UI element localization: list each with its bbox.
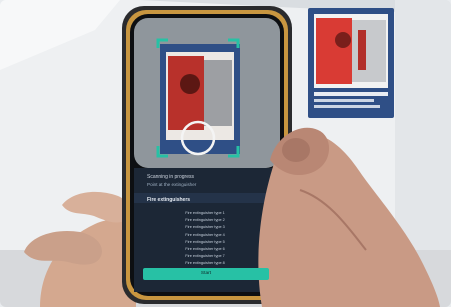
panel-heading: Fire extinguishers [147,197,191,203]
phone-screen-ui: Scanning in progress Point at the exting… [0,0,451,307]
list-item[interactable]: Fire extinguisher type 6 [160,246,250,253]
list-item[interactable]: Fire extinguisher type 8 [160,260,250,267]
extinguisher-list: Fire extinguisher type 1 Fire extinguish… [160,210,250,268]
screen-title: Scanning in progress [147,174,194,180]
list-item[interactable]: Fire extinguisher type 4 [160,232,250,239]
list-item[interactable]: Fire extinguisher type 5 [160,239,250,246]
screen-subtitle: Point at the extinguisher [147,182,197,187]
list-item[interactable]: Fire extinguisher type 2 [160,217,250,224]
list-item[interactable]: Fire extinguisher type 7 [160,253,250,260]
start-button[interactable]: Start [143,268,269,280]
photo-scene: Scanning in progress Point at the exting… [0,0,451,307]
list-item[interactable]: Fire extinguisher type 1 [160,210,250,217]
list-item[interactable]: Fire extinguisher type 3 [160,224,250,231]
